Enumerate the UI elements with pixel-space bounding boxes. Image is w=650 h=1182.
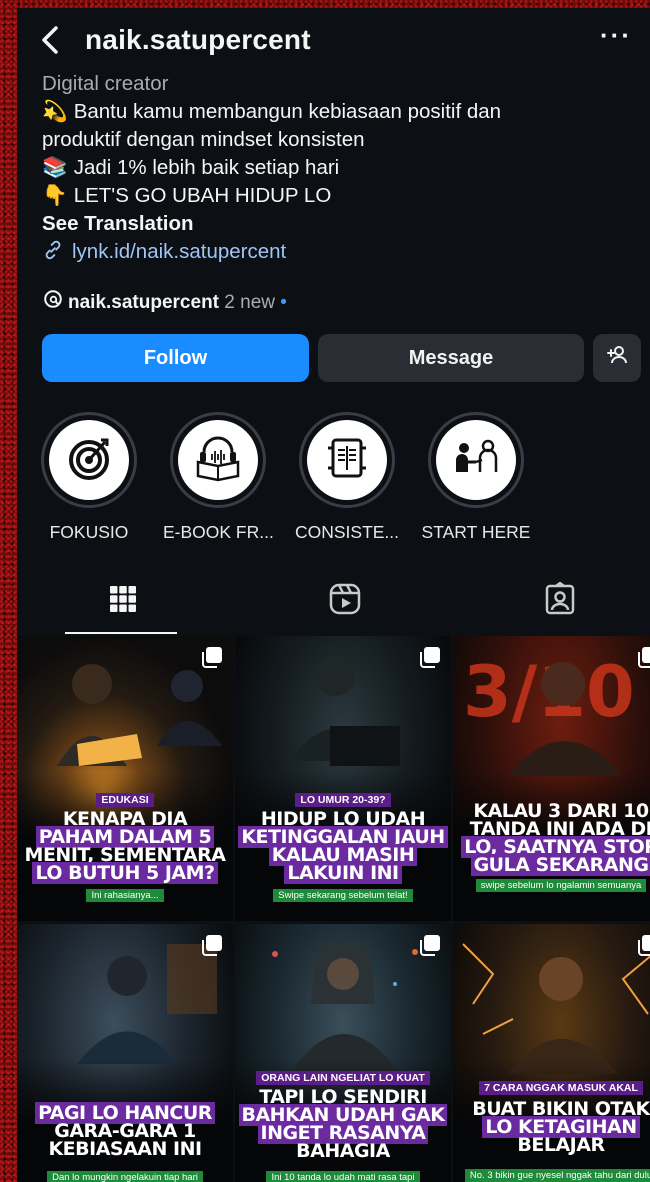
dizzy-icon: 💫 [42, 100, 68, 123]
highlight-cover [307, 420, 387, 500]
post-tile[interactable]: EDUKASI KENAPA DIA PAHAM DALAM 5 MENIT, … [17, 636, 233, 921]
highlight-fokusio[interactable]: FOKUSIO [34, 412, 144, 543]
add-person-icon [604, 342, 630, 374]
post-tile[interactable]: PAGI LO HANCUR GARA-GARA 1 KEBIASAAN INI… [17, 924, 233, 1182]
bio-text-4: LET'S GO UBAH HIDUP LO [73, 184, 332, 207]
carousel-icon [638, 935, 650, 956]
post-footnote: Dan lo mungkin ngelakuin tiap hari [17, 1171, 233, 1182]
bio-line-1: 💫 Bantu kamu membangun kebiasaan positif… [42, 98, 637, 126]
bio-text-1: Bantu kamu membangun kebiasaan positif d… [73, 100, 502, 123]
more-options-icon[interactable]: ··· [600, 20, 632, 51]
threads-new-count: 2 new [224, 292, 275, 313]
grid-icon [108, 584, 138, 619]
handshake-icon [450, 432, 502, 489]
books-icon: 📚 [42, 156, 68, 179]
post-headline: HIDUP LO UDAH KETINGGALAN JAUH KALAU MAS… [237, 810, 449, 884]
post-footnote: Ini rahasianya... [17, 889, 233, 902]
post-footnote: swipe sebelum lo ngalamin semuanya [453, 879, 650, 892]
highlight-cover [178, 420, 258, 500]
highlight-consistency[interactable]: CONSISTE... [292, 412, 402, 543]
carousel-icon [202, 647, 222, 668]
carousel-icon [420, 647, 440, 668]
post-footnote: Ini 10 tanda lo udah mati rasa tapi [235, 1171, 451, 1182]
post-tile[interactable]: ORANG LAIN NGELIAT LO KUAT TAPI LO SENDI… [235, 924, 451, 1182]
post-footnote: Swipe sekarang sebelum telat! [235, 889, 451, 902]
profile-bio: Digital creator 💫 Bantu kamu membangun k… [42, 70, 637, 269]
post-tag: 7 CARA NGGAK MASUK AKAL [453, 1081, 650, 1095]
carousel-icon [202, 935, 222, 956]
highlight-start-here[interactable]: START HERE [421, 412, 531, 543]
bio-category: Digital creator [42, 72, 169, 95]
reels-icon [328, 582, 362, 621]
carousel-icon [420, 935, 440, 956]
back-arrow-icon[interactable] [35, 22, 65, 58]
top-bar: naik.satupercent ··· [17, 8, 650, 72]
bio-link[interactable]: lynk.id/naik.satupercent [42, 238, 637, 269]
highlight-ring [428, 412, 524, 508]
message-button[interactable]: Message [318, 334, 584, 382]
see-translation-link[interactable]: See Translation [42, 210, 637, 238]
highlight-ring [41, 412, 137, 508]
highlight-cover [49, 420, 129, 500]
highlight-cover [436, 420, 516, 500]
profile-tabs [17, 568, 650, 634]
threads-name: naik.satupercent [68, 292, 219, 313]
book-icon [321, 432, 373, 489]
follow-button[interactable]: Follow [42, 334, 309, 382]
bio-link-text: lynk.id/naik.satupercent [72, 240, 287, 263]
post-headline: PAGI LO HANCUR GARA-GARA 1 KEBIASAAN INI [19, 1102, 231, 1159]
tab-posts[interactable] [17, 568, 228, 634]
profile-username: naik.satupercent [85, 24, 311, 55]
post-footnote: No. 3 bikin gue nyesel nggak tahu dari d… [453, 1169, 650, 1182]
pointing-down-icon: 👇 [42, 184, 68, 207]
highlight-ring [299, 412, 395, 508]
ebook-icon [192, 432, 244, 489]
post-headline: KENAPA DIA PAHAM DALAM 5 MENIT, SEMENTAR… [24, 808, 226, 884]
post-headline: TAPI LO SENDIRI BAHKAN UDAH GAK INGET RA… [237, 1088, 449, 1161]
post-tag: EDUKASI [17, 793, 233, 807]
highlight-ring [170, 412, 266, 508]
bio-text-3: Jadi 1% lebih baik setiap hari [73, 156, 340, 179]
tab-reels[interactable] [239, 568, 450, 634]
bio-line-3: 📚 Jadi 1% lebih baik setiap hari [42, 154, 637, 182]
link-icon [42, 239, 64, 269]
tagged-icon [543, 580, 577, 621]
bio-text-2: produktif dengan mindset konsisten [42, 128, 365, 151]
post-headline: BUAT BIKIN OTAK LO KETAGIHAN BELAJAR [472, 1098, 650, 1156]
post-tile[interactable]: LO UMUR 20-39? HIDUP LO UDAH KETINGGALAN… [235, 636, 451, 921]
highlight-ebook[interactable]: E-BOOK FR... [163, 412, 274, 543]
suggested-users-button[interactable] [593, 334, 641, 382]
threads-badge[interactable]: naik.satupercent 2 new • [42, 288, 287, 316]
highlight-label: CONSISTE... [294, 522, 400, 542]
tab-tagged[interactable] [454, 568, 650, 634]
threads-new-dot: • [280, 292, 287, 313]
threads-icon [42, 288, 64, 316]
post-tile[interactable]: 3/10 KALAU 3 DARI 10 TANDA INI ADA DI LO… [453, 636, 650, 921]
post-tile[interactable]: 7 CARA NGGAK MASUK AKAL BUAT BIKIN OTAK … [453, 924, 650, 1182]
target-icon [63, 432, 115, 489]
highlight-label: E-BOOK FR... [163, 522, 274, 542]
post-tag: ORANG LAIN NGELIAT LO KUAT [235, 1071, 451, 1085]
highlight-label: START HERE [421, 522, 531, 542]
bio-line-4: 👇 LET'S GO UBAH HIDUP LO [42, 182, 637, 210]
profile-screen: naik.satupercent ··· Digital creator 💫 B… [17, 8, 650, 1182]
highlight-label: FOKUSIO [49, 522, 129, 542]
post-tag: LO UMUR 20-39? [235, 793, 451, 807]
carousel-icon [638, 647, 650, 668]
post-headline: KALAU 3 DARI 10 TANDA INI ADA DI LO, SAA… [455, 802, 650, 876]
